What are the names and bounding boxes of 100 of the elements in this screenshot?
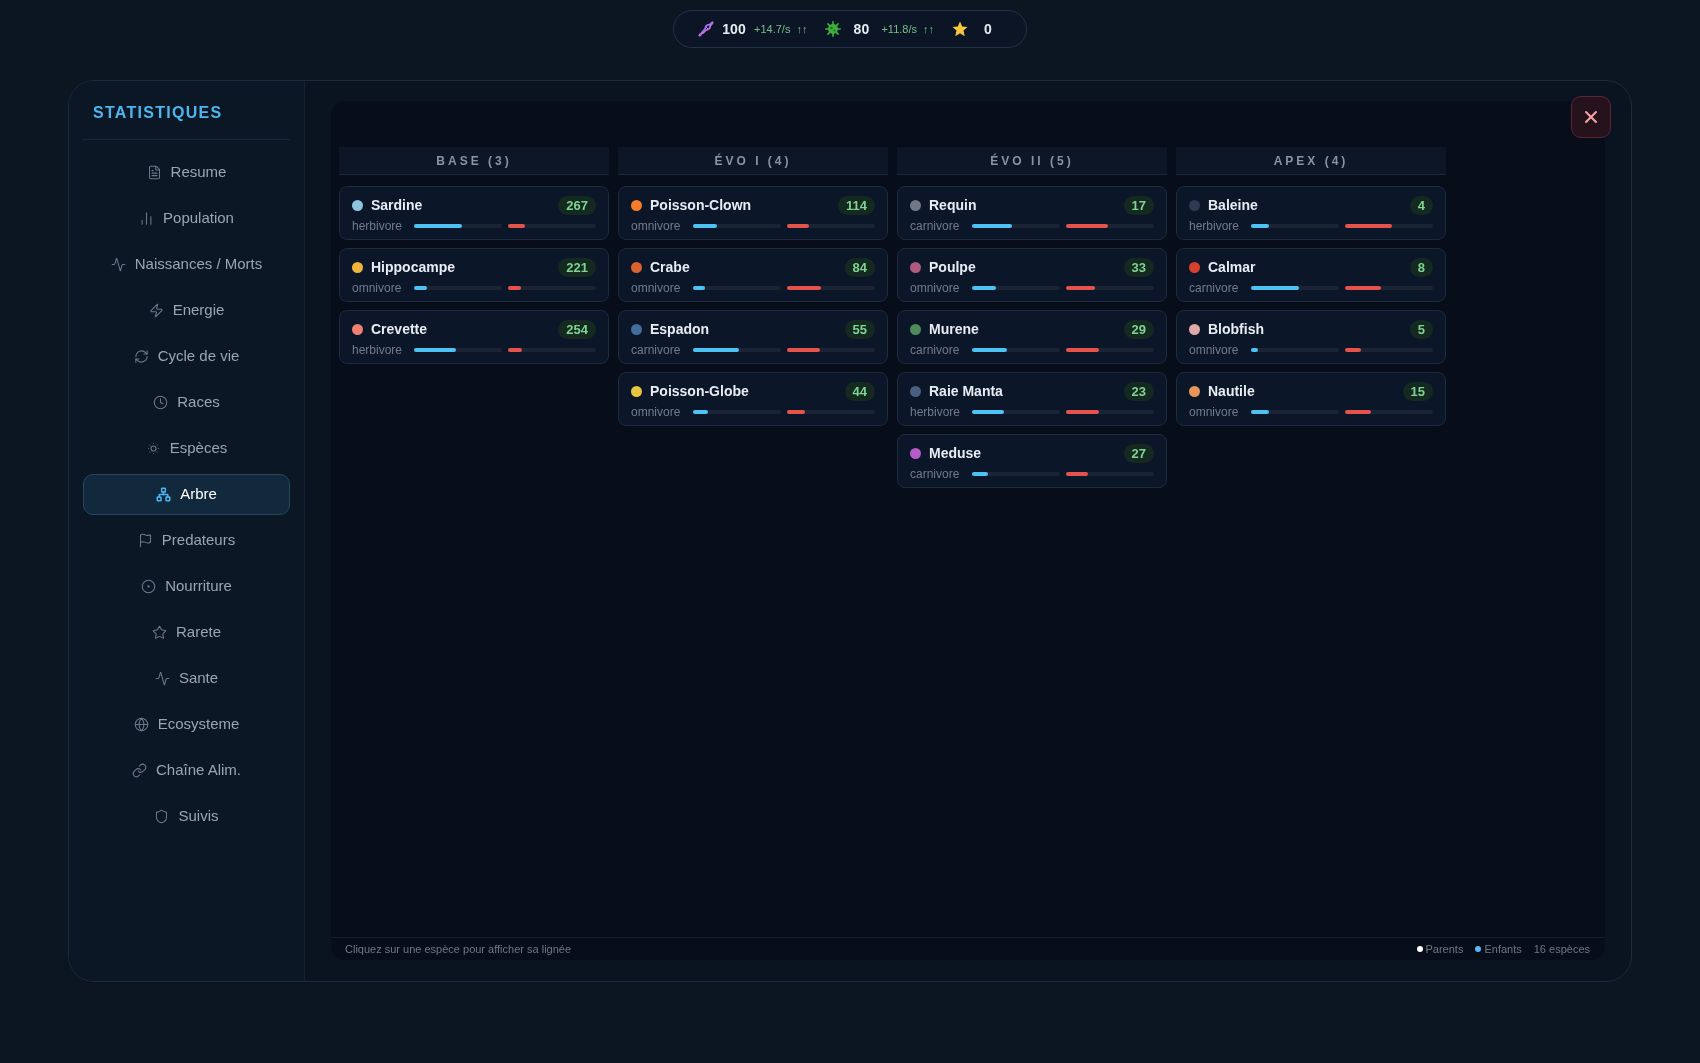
diet-label: carnivore (910, 466, 961, 483)
diet-label: herbivore (1189, 218, 1241, 235)
species-count: 114 (838, 195, 875, 215)
species-count: 254 (558, 319, 596, 339)
nav-item[interactable]: Ecosysteme (83, 704, 290, 745)
species-card[interactable]: Calmar 8 carnivore (1176, 248, 1446, 302)
diet-label: omnivore (631, 218, 682, 235)
species-name: Crabe (650, 257, 690, 277)
species-card[interactable]: Blobfish 5 omnivore (1176, 310, 1446, 364)
species-name: Meduse (929, 443, 982, 463)
star-icon (952, 21, 968, 37)
species-card[interactable]: Espadon 55 carnivore (618, 310, 888, 364)
diet-label: herbivore (352, 218, 404, 235)
column-header: ÉVO I (4) (618, 147, 888, 175)
species-count: 29 (1123, 319, 1154, 339)
star-icon (152, 625, 167, 640)
species-card[interactable]: Hippocampe 221 omnivore (339, 248, 609, 302)
diet-label: omnivore (910, 280, 961, 297)
species-total: 16 espèces (1533, 941, 1590, 957)
species-card[interactable]: Requin 17 carnivore (897, 186, 1167, 240)
species-count: 267 (558, 195, 596, 215)
species-name: Blobfish (1208, 319, 1264, 339)
nav-item[interactable]: Resume (83, 152, 290, 193)
diet-label: omnivore (352, 280, 403, 297)
diet-label: carnivore (910, 342, 961, 359)
link-icon (131, 763, 147, 778)
refresh-icon (133, 349, 149, 364)
close-button[interactable] (1571, 96, 1611, 138)
species-name: Calmar (1208, 257, 1256, 277)
nav-item[interactable]: Population (83, 198, 290, 239)
nav-item[interactable]: Naissances / Morts (83, 244, 290, 285)
nav-item[interactable]: Races (83, 382, 290, 423)
species-card[interactable]: Sardine 267 herbivore (339, 186, 609, 240)
resource-rate: +14.7/s (754, 21, 791, 37)
species-card[interactable]: Baleine 4 herbivore (1176, 186, 1446, 240)
species-count: 44 (844, 381, 875, 401)
bar-chart-icon (139, 211, 155, 226)
species-name: Espadon (650, 319, 710, 339)
nav-item[interactable]: Rarete (83, 612, 290, 653)
species-count: 17 (1123, 195, 1154, 215)
legend-label: Enfants (1484, 941, 1522, 957)
trend-arrows: ↑↑ (796, 21, 808, 37)
nav-item[interactable]: Chaîne Alim. (83, 750, 290, 791)
species-name: Sardine (371, 195, 423, 215)
species-count: 8 (1409, 257, 1433, 277)
diet-label: omnivore (1189, 404, 1240, 421)
clock-icon (153, 395, 169, 410)
nav-item[interactable]: Sante (83, 658, 290, 699)
species-card[interactable]: Meduse 27 carnivore (897, 434, 1167, 488)
resource-value: 80 (852, 19, 871, 39)
diet-label: herbivore (352, 342, 404, 359)
species-card[interactable]: Poulpe 33 omnivore (897, 248, 1167, 302)
pulse-icon (154, 671, 170, 686)
shield-icon (154, 809, 170, 824)
species-card[interactable]: Crabe 84 omnivore (618, 248, 888, 302)
document-icon (146, 165, 162, 180)
dna-icon (698, 21, 714, 37)
pulse-icon (110, 257, 126, 272)
species-name: Hippocampe (371, 257, 455, 277)
diet-label: carnivore (1189, 280, 1240, 297)
diet-label: herbivore (910, 404, 962, 421)
globe-icon (133, 717, 149, 732)
resource-rate: +11.8/s (881, 21, 917, 37)
resource-value: 0 (983, 19, 993, 39)
species-card[interactable]: Crevette 254 herbivore (339, 310, 609, 364)
species-count: 221 (558, 257, 596, 277)
species-name: Raie Manta (929, 381, 1003, 401)
species-card[interactable]: Nautile 15 omnivore (1176, 372, 1446, 426)
species-name: Baleine (1208, 195, 1258, 215)
nav-item[interactable]: Arbre (83, 474, 290, 515)
species-name: Nautile (1208, 381, 1255, 401)
species-name: Poisson-Globe (650, 381, 749, 401)
nav-item[interactable]: Suivis (83, 796, 290, 837)
network-icon (156, 487, 172, 502)
resource-value: 100 (721, 19, 747, 39)
column-header: BASE (3) (339, 147, 609, 175)
nav-item[interactable]: Nourriture (83, 566, 290, 607)
lightning-icon (148, 303, 164, 318)
nav-item[interactable]: Espèces (83, 428, 290, 469)
nav-item[interactable]: Energie (83, 290, 290, 331)
column-header: ÉVO II (5) (897, 147, 1167, 175)
germ-icon (825, 21, 842, 37)
species-count: 4 (1409, 195, 1433, 215)
circle-dot-icon (141, 579, 157, 594)
species-card[interactable]: Poisson-Globe 44 omnivore (618, 372, 888, 426)
legend-label: Parents (1425, 941, 1464, 957)
nav-item[interactable]: Cycle de vie (83, 336, 290, 377)
species-card[interactable]: Murene 29 carnivore (897, 310, 1167, 364)
species-card[interactable]: Raie Manta 23 herbivore (897, 372, 1167, 426)
species-name: Poulpe (929, 257, 976, 277)
species-card[interactable]: Poisson-Clown 114 omnivore (618, 186, 888, 240)
species-name: Murene (929, 319, 979, 339)
nav-item[interactable]: Predateurs (83, 520, 290, 561)
column-header: APEX (4) (1176, 147, 1446, 175)
diet-label: omnivore (631, 280, 682, 297)
hint-text: Cliquez sur une espèce pour afficher sa lignée (345, 941, 572, 957)
species-count: 84 (844, 257, 875, 277)
species-count: 27 (1123, 443, 1154, 463)
diet-label: omnivore (631, 404, 682, 421)
flag-icon (137, 533, 153, 548)
